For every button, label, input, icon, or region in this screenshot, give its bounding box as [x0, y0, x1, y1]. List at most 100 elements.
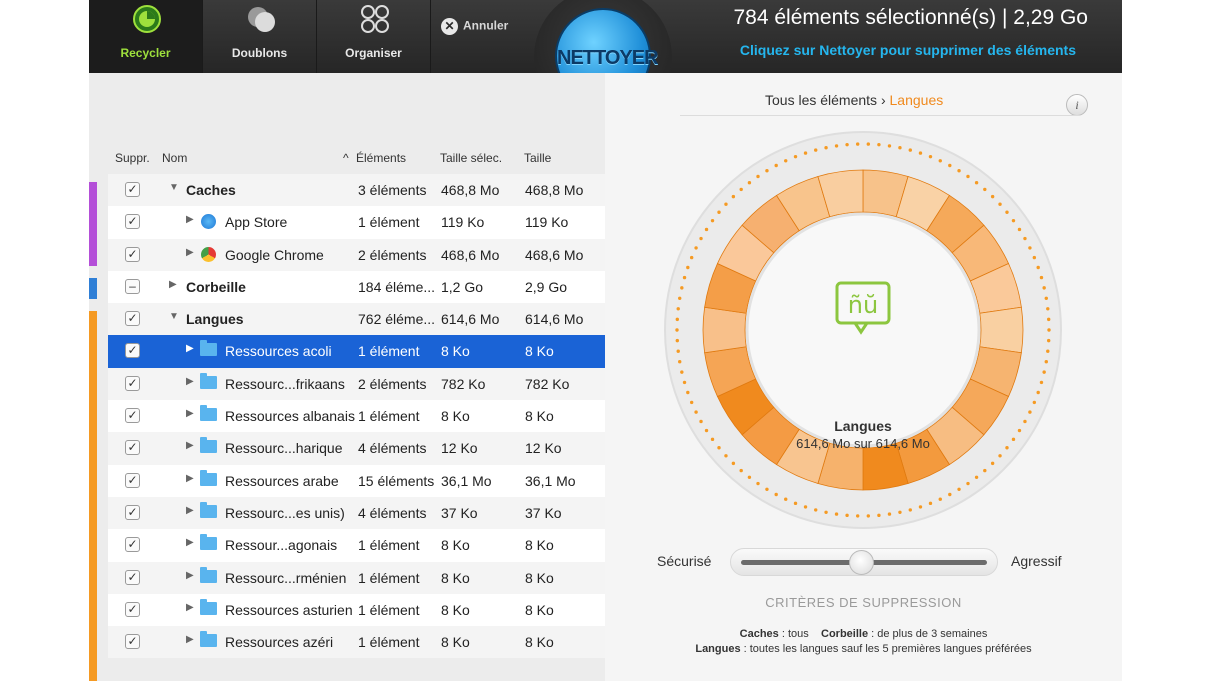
- dial-dot: [680, 370, 684, 374]
- row-selected-size: 782 Ko: [441, 375, 486, 392]
- dial-dot: [731, 194, 736, 199]
- column-elements[interactable]: Éléments: [356, 151, 406, 165]
- delete-checkbox[interactable]: ✓: [125, 537, 140, 553]
- table-row[interactable]: ✓ ▶ Ressourc...harique 4 éléments 12 Ko 12 Ko: [108, 432, 605, 465]
- column-size[interactable]: Taille: [524, 151, 551, 165]
- divider: [680, 115, 1080, 116]
- disclosure-collapsed-icon[interactable]: ▶: [186, 214, 194, 225]
- dial-dot: [699, 236, 703, 241]
- row-size: 8 Ko: [525, 569, 554, 586]
- dial-dot: [1046, 307, 1050, 311]
- dial-dot: [1039, 275, 1044, 280]
- dial-dot: [834, 144, 839, 148]
- disclosure-collapsed-icon[interactable]: ▶: [186, 473, 194, 484]
- row-name: Ressour...agonais: [225, 537, 338, 554]
- delete-checkbox[interactable]: ✓: [125, 504, 140, 520]
- table-row[interactable]: ✓ ▶ Ressources azéri 1 élément 8 Ko 8 Ko: [108, 626, 605, 659]
- dial-dot: [928, 154, 933, 159]
- delete-checkbox[interactable]: ✓: [125, 472, 140, 488]
- dial-dot: [1017, 227, 1022, 232]
- dial-dot: [678, 360, 682, 364]
- disclosure-collapsed-icon[interactable]: ▶: [186, 376, 194, 387]
- table-row[interactable]: ✓ ▶ Ressources arabe 15 éléments 36,1 Mo 36,1…: [108, 464, 605, 497]
- aggressiveness-slider[interactable]: [730, 548, 998, 576]
- delete-checkbox[interactable]: ✓: [125, 214, 140, 230]
- column-name[interactable]: Nom: [162, 151, 187, 165]
- app-store-icon: [201, 214, 216, 230]
- disclosure-collapsed-icon[interactable]: ▶: [186, 602, 194, 613]
- disclosure-collapsed-icon[interactable]: ▶: [186, 408, 194, 419]
- dial-dot: [680, 286, 684, 290]
- disclosure-collapsed-icon[interactable]: ▶: [186, 634, 194, 645]
- dial-dot: [1036, 265, 1040, 270]
- slider-thumb[interactable]: [849, 550, 874, 575]
- column-selected-size[interactable]: Taille sélec.: [440, 151, 502, 165]
- breadcrumb-root[interactable]: Tous les éléments: [765, 92, 877, 108]
- disclosure-collapsed-icon[interactable]: ▶: [169, 279, 177, 290]
- folder-icon: [200, 372, 217, 389]
- row-size: 8 Ko: [525, 408, 554, 425]
- dial-dot: [866, 142, 871, 146]
- table-row[interactable]: ✓ ▶ Ressources asturien 1 élément 8 Ko 8 Ko: [108, 593, 605, 627]
- cancel-button[interactable]: ✕ Annuler: [441, 18, 508, 35]
- disclosure-collapsed-icon[interactable]: ▶: [186, 505, 194, 516]
- delete-checkbox[interactable]: ✓: [125, 440, 140, 456]
- dial-dot: [1011, 218, 1016, 223]
- disclosure-expanded-icon[interactable]: ▼: [169, 311, 179, 322]
- table-row[interactable]: ✓ ▶ Ressources acoli 1 élément 8 Ko 8 Ko: [108, 335, 605, 368]
- row-name: Ressources acoli: [225, 343, 332, 360]
- delete-checkbox[interactable]: ✓: [125, 634, 140, 650]
- row-selected-size: 614,6 Mo: [441, 311, 500, 328]
- row-name: Ressources asturien: [225, 601, 353, 618]
- table-row[interactable]: ✓ ▶ Google Chrome 2 éléments 468,6 Mo 468,6 M…: [108, 238, 605, 271]
- tab-organiser[interactable]: Organiser: [317, 0, 431, 73]
- row-name: Ressourc...harique: [225, 440, 343, 457]
- criteria-trash-key: Corbeille: [821, 628, 869, 640]
- disclosure-collapsed-icon[interactable]: ▶: [186, 343, 194, 354]
- disclosure-collapsed-icon[interactable]: ▶: [186, 570, 194, 581]
- criteria-lang-value: : toutes les langues sauf les 5 première…: [740, 643, 1032, 655]
- table-row[interactable]: ✓ ▶ App Store 1 élément 119 Ko 119 Ko: [108, 206, 605, 239]
- table-row[interactable]: ✓ ▶ Ressourc...es unis) 4 éléments 37 Ko 37 K…: [108, 496, 605, 530]
- disclosure-collapsed-icon[interactable]: ▶: [186, 537, 194, 548]
- table-row[interactable]: ✓ ▶ Ressourc...frikaans 2 éléments 782 Ko 782…: [108, 367, 605, 401]
- breadcrumb: Tous les éléments › Langues: [765, 92, 943, 108]
- table-row[interactable]: ✓ ▶ Ressourc...rménien 1 élément 8 Ko 8 Ko: [108, 561, 605, 594]
- dial-dot: [682, 275, 687, 280]
- delete-checkbox[interactable]: ✓: [125, 569, 140, 585]
- disclosure-collapsed-icon[interactable]: ▶: [186, 440, 194, 451]
- dial-dot: [898, 510, 902, 514]
- row-name: Langues: [186, 311, 244, 328]
- delete-checkbox[interactable]: ✓: [125, 375, 140, 391]
- table-row[interactable]: ✓ ▶ Ressour...agonais 1 élément 8 Ko 8 Ko: [108, 529, 605, 562]
- disclosure-expanded-icon[interactable]: ▼: [169, 182, 179, 193]
- dial-dot: [855, 142, 860, 146]
- column-delete[interactable]: Suppr.: [115, 151, 150, 165]
- delete-checkbox[interactable]: ✓: [125, 601, 140, 617]
- table-row[interactable]: ✓ ▶ Ressources albanais 1 élément 8 Ko 8 Ko: [108, 400, 605, 433]
- dial-dot: [998, 202, 1002, 206]
- delete-checkbox[interactable]: ✓: [125, 182, 140, 197]
- delete-checkbox[interactable]: ✓: [125, 246, 140, 262]
- table-row[interactable]: ✓ ▼ Caches 3 éléments 468,8 Mo 468,8 Mo: [108, 174, 605, 207]
- folder-icon: [200, 340, 217, 357]
- delete-checkbox[interactable]: –: [125, 278, 140, 294]
- delete-checkbox[interactable]: ✓: [125, 343, 140, 359]
- info-button[interactable]: i: [1066, 94, 1088, 116]
- dial-dot: [845, 513, 849, 518]
- dial-dot: [676, 307, 680, 311]
- row-selected-size: 8 Ko: [441, 569, 470, 586]
- group-color-bar-langues: [89, 311, 97, 681]
- dial-dot: [1046, 349, 1050, 353]
- size-dial: ñŭ Langues 614,6 Mo sur 614,6 Mo: [663, 130, 1063, 530]
- table-row[interactable]: – ▶ Corbeille 184 éléme... 1,2 Go 2,9 Go: [108, 270, 605, 304]
- dial-dot: [938, 159, 942, 163]
- table-row[interactable]: ✓ ▼ Langues 762 éléme... 614,6 Mo 614,6 Mo: [108, 303, 605, 336]
- tab-recycler[interactable]: Recycler: [89, 0, 203, 73]
- delete-checkbox[interactable]: ✓: [125, 408, 140, 424]
- dial-dot: [974, 475, 979, 479]
- delete-checkbox[interactable]: ✓: [125, 311, 140, 327]
- detail-panel: Tous les éléments › Langues i ñŭ Langues…: [605, 73, 1122, 681]
- disclosure-collapsed-icon[interactable]: ▶: [186, 247, 194, 258]
- tab-doublons[interactable]: Doublons: [203, 0, 317, 73]
